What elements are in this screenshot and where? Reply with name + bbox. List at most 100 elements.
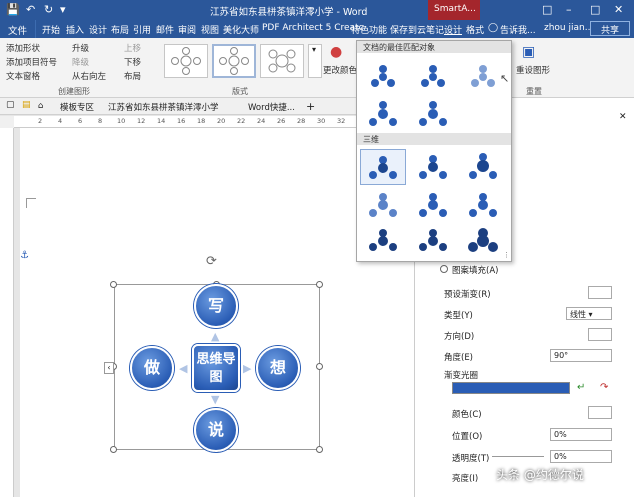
smartart-node-right[interactable]: 想 (256, 346, 300, 390)
redo-icon[interactable]: ↻ (44, 3, 53, 16)
style-cell[interactable] (460, 223, 506, 259)
save-icon[interactable]: 💾 (6, 3, 20, 16)
pattern-fill-radio[interactable] (440, 265, 448, 273)
lightbulb-icon: ◯ (488, 23, 499, 33)
direction-label: 方向(D) (444, 332, 475, 342)
ruler-number: 22 (237, 117, 246, 125)
style-cell[interactable] (410, 223, 456, 259)
smartart-node-center[interactable]: 思维导图 (192, 344, 240, 392)
tab-mailings[interactable]: 邮件 (156, 23, 174, 36)
style-cell[interactable] (360, 187, 406, 223)
style-cell[interactable] (360, 95, 406, 131)
ruler-number: 18 (197, 117, 206, 125)
doc-tab-word-shortcuts[interactable]: Word快捷... (248, 101, 295, 113)
move-down-button[interactable]: 下移 (124, 56, 141, 68)
color-label: 颜色(C) (452, 410, 482, 420)
style-cell[interactable] (410, 57, 456, 93)
reset-graphic-button[interactable]: 重设图形 (516, 64, 550, 76)
tab-file[interactable]: 文件 (0, 20, 36, 38)
position-input[interactable]: 0% (550, 428, 612, 441)
tab-beautify[interactable]: 美化大师 (223, 23, 259, 36)
tab-special[interactable]: 特色功能 (351, 23, 387, 36)
angle-input[interactable]: 90° (550, 349, 612, 362)
tab-home[interactable]: 开始 (42, 23, 60, 36)
minimize-icon[interactable]: – (566, 3, 572, 16)
share-button[interactable]: 共享 (590, 21, 630, 36)
type-select[interactable]: 线性 ▾ (566, 307, 612, 320)
layout-thumb-3[interactable] (260, 44, 304, 78)
tab-review[interactable]: 审阅 (178, 23, 196, 36)
customize-icon[interactable]: ▾ (60, 3, 66, 16)
move-up-button[interactable]: 上移 (124, 42, 141, 54)
direction-dropdown[interactable] (588, 328, 612, 341)
undo-icon[interactable]: ↶ (26, 3, 35, 16)
color-dropdown[interactable] (588, 406, 612, 419)
add-shape-button[interactable]: 添加形状 (6, 42, 40, 54)
new-doc-icon[interactable]: ▢ (6, 100, 15, 110)
style-cell[interactable] (460, 187, 506, 223)
ruler-number: 10 (117, 117, 126, 125)
type-label: 类型(Y) (444, 311, 473, 321)
doc-tab-templates[interactable]: 模板专区 (60, 101, 94, 113)
home-icon[interactable]: ⌂ (38, 101, 43, 111)
text-pane-button[interactable]: 文本窗格 (6, 70, 40, 82)
style-cell[interactable] (410, 95, 456, 131)
frame-handle[interactable] (316, 363, 323, 370)
layout-gallery-more[interactable]: ▾ (308, 44, 322, 78)
transparency-slider[interactable] (492, 456, 544, 457)
add-bullet-button[interactable]: 添加项目符号 (6, 56, 57, 68)
tab-pdf-architect[interactable]: PDF Architect 5 Creatc (262, 23, 364, 33)
layout-thumb-2[interactable] (212, 44, 256, 78)
demote-button[interactable]: 降级 (72, 56, 89, 68)
layout-button[interactable]: 布局 (124, 70, 141, 82)
remove-stop-icon[interactable]: ↷ (600, 382, 608, 393)
pane-close-icon[interactable]: ✕ (619, 112, 627, 122)
style-cell[interactable] (360, 223, 406, 259)
transparency-input[interactable]: 0% (550, 450, 612, 463)
smartart-node-top[interactable]: 写 (194, 284, 238, 328)
tab-smartart-design[interactable]: 设计 (444, 23, 462, 36)
ribbon-options-icon[interactable]: □ (542, 3, 552, 16)
tab-format[interactable]: 格式 (466, 23, 484, 36)
tab-cloud-notes[interactable]: 保存到云笔记 (390, 23, 444, 36)
folder-icon[interactable]: ▤ (22, 100, 31, 110)
change-colors-icon: ● (330, 44, 343, 60)
frame-handle[interactable] (110, 281, 117, 288)
ruler-number: 6 (78, 117, 83, 125)
rotate-handle-icon[interactable]: ⟳ (206, 254, 217, 269)
ruler-number: 30 (317, 117, 326, 125)
frame-handle[interactable] (316, 281, 323, 288)
smartart-node-bottom[interactable]: 说 (194, 408, 238, 452)
style-cell[interactable] (410, 149, 456, 185)
gradient-stops-bar[interactable] (452, 382, 570, 394)
add-stop-icon[interactable]: ↵ (577, 382, 585, 393)
arrow-left-icon: ◀ (179, 362, 188, 375)
layout-thumb-1[interactable] (164, 44, 208, 78)
type-value: 线性 (570, 310, 586, 319)
brightness-label: 亮度(I) (452, 474, 479, 484)
preset-gradient-dropdown[interactable] (588, 286, 612, 299)
smartart-node-left[interactable]: 做 (130, 346, 174, 390)
maximize-icon[interactable]: □ (590, 3, 600, 16)
tab-layout[interactable]: 布局 (111, 23, 129, 36)
add-tab-icon[interactable]: + (306, 100, 315, 113)
tab-references[interactable]: 引用 (133, 23, 151, 36)
style-cell[interactable] (360, 57, 406, 93)
style-cell-selected[interactable] (360, 149, 406, 185)
right-to-left-button[interactable]: 从右向左 (72, 70, 106, 82)
style-cell[interactable] (460, 149, 506, 185)
style-cell[interactable] (410, 187, 456, 223)
gallery-resize-grip-icon[interactable]: ⋮ (503, 251, 510, 259)
user-name[interactable]: zhou jian... (544, 23, 593, 33)
doc-tab-current[interactable]: 江苏省如东县栟茶镇洋澪小学 (108, 101, 219, 113)
promote-button[interactable]: 升级 (72, 42, 89, 54)
change-colors-button[interactable]: 更改颜色 (323, 64, 357, 76)
close-icon[interactable]: ✕ (614, 3, 623, 16)
tab-insert[interactable]: 插入 (66, 23, 84, 36)
frame-handle[interactable] (316, 446, 323, 453)
tell-me-input[interactable]: 告诉我... (500, 23, 536, 36)
text-pane-toggle[interactable]: ‹ (104, 362, 114, 374)
frame-handle[interactable] (110, 446, 117, 453)
tab-view[interactable]: 视图 (201, 23, 219, 36)
tab-design[interactable]: 设计 (89, 23, 107, 36)
